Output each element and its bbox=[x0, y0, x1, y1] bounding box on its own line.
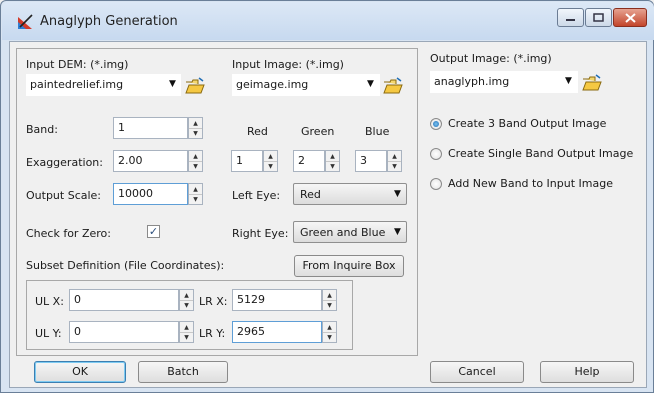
radio-create-single-band[interactable] bbox=[430, 148, 442, 160]
exaggeration-input[interactable]: 2.00 bbox=[113, 150, 188, 172]
ulx-label: UL X: bbox=[35, 295, 64, 308]
create-3-band-label[interactable]: Create 3 Band Output Image bbox=[448, 117, 606, 130]
chevron-down-icon[interactable]: ▼ bbox=[565, 76, 572, 86]
lry-spinner[interactable]: ▲ ▼ bbox=[322, 321, 337, 343]
right-eye-dropdown[interactable]: Green and Blue ▼ bbox=[293, 221, 407, 243]
chevron-down-icon[interactable]: ▼ bbox=[394, 227, 401, 237]
lry-input[interactable]: 2965 bbox=[232, 321, 322, 343]
input-image-label: Input Image: (*.img) bbox=[232, 58, 344, 71]
chevron-down-icon[interactable]: ▼ bbox=[169, 79, 176, 89]
lrx-input[interactable]: 5129 bbox=[232, 289, 322, 311]
create-single-band-label[interactable]: Create Single Band Output Image bbox=[448, 147, 633, 160]
chevron-down-icon[interactable]: ▼ bbox=[367, 79, 374, 89]
left-eye-dropdown[interactable]: Red ▼ bbox=[293, 183, 407, 205]
lrx-spinner[interactable]: ▲ ▼ bbox=[322, 289, 337, 311]
input-image-combo[interactable]: geimage.img ▼ bbox=[232, 74, 380, 96]
green-band-spinner[interactable]: ▲ ▼ bbox=[325, 150, 340, 172]
spin-down-icon[interactable]: ▼ bbox=[326, 161, 339, 171]
close-icon bbox=[624, 12, 636, 23]
red-band-input[interactable]: 1 bbox=[231, 150, 263, 172]
uly-label: UL Y: bbox=[35, 327, 62, 340]
output-scale-label: Output Scale: bbox=[26, 189, 102, 202]
input-dem-label: Input DEM: (*.img) bbox=[26, 58, 129, 71]
spin-down-icon[interactable]: ▼ bbox=[323, 300, 336, 310]
maximize-icon bbox=[593, 13, 604, 22]
minimize-icon bbox=[566, 18, 575, 21]
green-band-input[interactable]: 2 bbox=[293, 150, 325, 172]
input-dem-value: paintedrelief.img bbox=[30, 78, 124, 91]
input-dem-combo[interactable]: paintedrelief.img ▼ bbox=[26, 74, 181, 96]
blue-label: Blue bbox=[365, 125, 390, 138]
exaggeration-label: Exaggeration: bbox=[26, 156, 103, 169]
ok-button[interactable]: OK bbox=[34, 361, 126, 383]
left-eye-label: Left Eye: bbox=[232, 189, 281, 202]
chevron-down-icon[interactable]: ▼ bbox=[394, 189, 401, 199]
output-image-value: anaglyph.img bbox=[434, 75, 510, 88]
subset-label: Subset Definition (File Coordinates): bbox=[26, 259, 225, 272]
output-image-combo[interactable]: anaglyph.img ▼ bbox=[430, 71, 578, 93]
band-input[interactable]: 1 bbox=[113, 117, 188, 139]
spin-down-icon[interactable]: ▼ bbox=[180, 332, 193, 342]
spin-down-icon[interactable]: ▼ bbox=[189, 161, 202, 171]
ulx-input[interactable]: 0 bbox=[69, 289, 179, 311]
add-new-band-label[interactable]: Add New Band to Input Image bbox=[448, 177, 613, 190]
subset-group: UL X: 0 ▲ ▼ LR X: 5129 ▲ ▼ UL Y: 0 ▲ ▼ LR Y… bbox=[26, 280, 353, 350]
cancel-button[interactable]: Cancel bbox=[430, 361, 524, 383]
maximize-button[interactable] bbox=[585, 8, 612, 27]
app-icon bbox=[18, 14, 33, 29]
blue-band-input[interactable]: 3 bbox=[355, 150, 387, 172]
exaggeration-spinner[interactable]: ▲ ▼ bbox=[188, 150, 203, 172]
spin-down-icon[interactable]: ▼ bbox=[189, 194, 202, 204]
check-zero-label: Check for Zero: bbox=[26, 227, 111, 240]
lrx-label: LR X: bbox=[199, 295, 228, 308]
spin-down-icon[interactable]: ▼ bbox=[323, 332, 336, 342]
input-image-value: geimage.img bbox=[236, 78, 309, 91]
spin-down-icon[interactable]: ▼ bbox=[264, 161, 277, 171]
open-folder-icon[interactable] bbox=[185, 77, 205, 95]
output-scale-spinner[interactable]: ▲ ▼ bbox=[188, 183, 203, 205]
radio-add-new-band[interactable] bbox=[430, 178, 442, 190]
dialog-window: Anaglyph Generation Input DEM: (*.img) p… bbox=[0, 0, 654, 393]
radio-create-3-band[interactable] bbox=[430, 118, 442, 130]
band-label: Band: bbox=[26, 123, 58, 136]
output-scale-input[interactable]: 10000 bbox=[113, 183, 188, 205]
window-title: Anaglyph Generation bbox=[40, 14, 178, 29]
title-bar[interactable]: Anaglyph Generation bbox=[2, 2, 654, 40]
red-label: Red bbox=[247, 125, 268, 138]
close-button[interactable] bbox=[613, 8, 647, 27]
open-folder-icon[interactable] bbox=[383, 77, 403, 95]
lry-label: LR Y: bbox=[199, 327, 226, 340]
spin-down-icon[interactable]: ▼ bbox=[180, 300, 193, 310]
ulx-spinner[interactable]: ▲ ▼ bbox=[179, 289, 194, 311]
dialog-body: Input DEM: (*.img) paintedrelief.img ▼ I… bbox=[9, 41, 647, 388]
batch-button[interactable]: Batch bbox=[138, 361, 228, 383]
output-image-label: Output Image: (*.img) bbox=[430, 52, 552, 65]
minimize-button[interactable] bbox=[557, 8, 584, 27]
band-spinner[interactable]: ▲ ▼ bbox=[188, 117, 203, 139]
spin-down-icon[interactable]: ▼ bbox=[189, 128, 202, 138]
red-band-spinner[interactable]: ▲ ▼ bbox=[263, 150, 278, 172]
open-folder-icon[interactable] bbox=[582, 74, 602, 92]
check-zero-checkbox[interactable]: ✓ bbox=[147, 225, 160, 238]
green-label: Green bbox=[301, 125, 335, 138]
uly-spinner[interactable]: ▲ ▼ bbox=[179, 321, 194, 343]
spin-down-icon[interactable]: ▼ bbox=[388, 161, 401, 171]
uly-input[interactable]: 0 bbox=[69, 321, 179, 343]
right-eye-label: Right Eye: bbox=[232, 227, 289, 240]
from-inquire-box-button[interactable]: From Inquire Box bbox=[294, 255, 404, 277]
parameters-group: Input DEM: (*.img) paintedrelief.img ▼ I… bbox=[16, 48, 418, 356]
left-eye-value: Red bbox=[300, 188, 321, 201]
right-eye-value: Green and Blue bbox=[300, 226, 386, 239]
help-button[interactable]: Help bbox=[540, 361, 634, 383]
blue-band-spinner[interactable]: ▲ ▼ bbox=[387, 150, 402, 172]
